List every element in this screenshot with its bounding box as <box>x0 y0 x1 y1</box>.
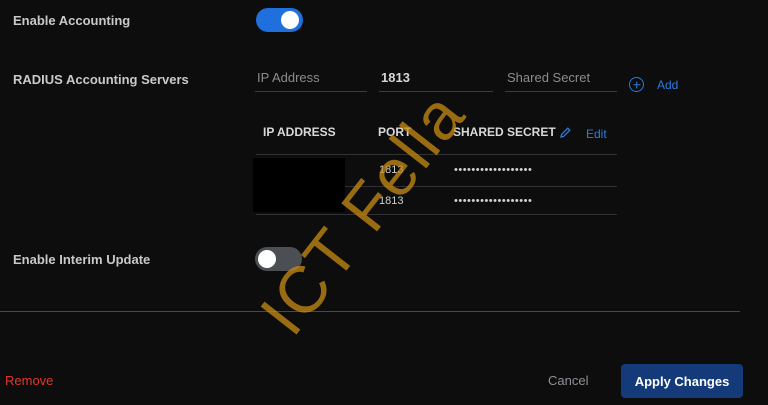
redacted-ip-addresses <box>253 158 345 212</box>
column-ip-address: IP ADDRESS <box>263 125 336 139</box>
column-port: PORT <box>378 125 412 139</box>
watermark-text: ICT Fella <box>245 78 479 348</box>
enable-interim-update-label: Enable Interim Update <box>13 252 151 267</box>
table-header-divider <box>256 154 617 155</box>
add-server-link[interactable]: Add <box>657 78 678 92</box>
toggle-knob <box>281 11 299 29</box>
ip-address-input[interactable] <box>255 64 367 92</box>
footer-divider <box>0 311 740 312</box>
port-input[interactable] <box>379 64 493 92</box>
row-1-secret: •••••••••••••••••• <box>454 164 533 176</box>
row-1-port: 1813 <box>379 164 404 176</box>
apply-changes-button[interactable]: Apply Changes <box>621 364 743 398</box>
row-2-secret: •••••••••••••••••• <box>454 195 533 207</box>
pencil-icon[interactable] <box>559 126 572 139</box>
row-2-port: 1813 <box>379 195 404 207</box>
edit-servers-link[interactable]: Edit <box>586 127 607 141</box>
enable-interim-update-toggle[interactable] <box>255 247 302 271</box>
cancel-button[interactable]: Cancel <box>548 373 588 388</box>
enable-accounting-label: Enable Accounting <box>13 13 131 28</box>
shared-secret-input[interactable] <box>505 64 617 92</box>
remove-button[interactable]: Remove <box>5 373 53 388</box>
column-shared-secret: SHARED SECRET <box>453 125 556 139</box>
radius-servers-label: RADIUS Accounting Servers <box>13 72 189 87</box>
enable-accounting-toggle[interactable] <box>256 8 303 32</box>
add-circle-icon[interactable] <box>629 77 644 92</box>
row-divider <box>256 214 617 215</box>
toggle-knob <box>258 250 276 268</box>
